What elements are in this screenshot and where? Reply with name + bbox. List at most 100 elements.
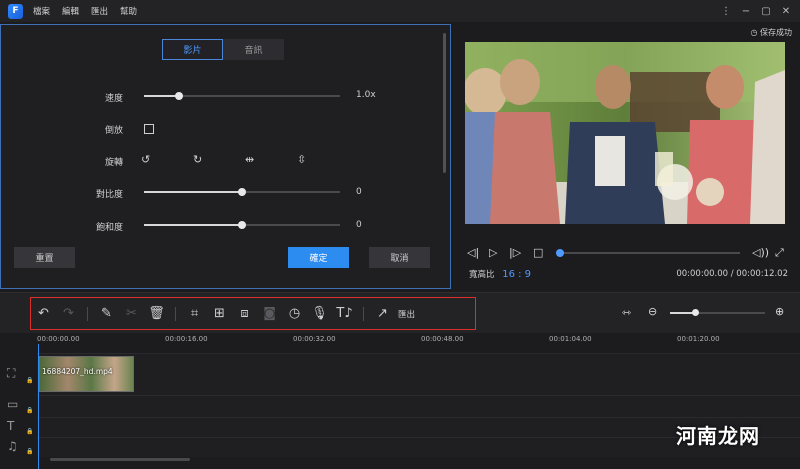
speed-slider-fill [144, 95, 180, 97]
edit-panel: 影片 音訊 速度 1.0x 倒放 旋轉 ↺ ↻ ⇹ ⇳ 對比度 0 飽和度 0 … [0, 24, 451, 289]
aspect-ratio-label: 寬高比 [469, 270, 495, 280]
lock-icon[interactable]: 🔒 [26, 407, 33, 414]
cut-icon[interactable]: ✂ [119, 306, 144, 321]
reverse-label: 倒放 [104, 126, 123, 136]
edit-tabs: 影片 音訊 [162, 39, 284, 60]
saturation-slider-knob[interactable] [238, 221, 246, 229]
saturation-label: 飽和度 [95, 223, 123, 233]
tab-audio[interactable]: 音訊 [223, 39, 284, 60]
ruler-label: 00:00:32.00 [293, 335, 336, 343]
export-button[interactable]: 匯出 [398, 308, 415, 320]
playhead[interactable] [38, 344, 39, 469]
toolbar-highlight-box: ↶ ↷ ✎ ✂ 🗑 ⌗ ⊞ ⧈ ◙ ◷ 🎙 T♪ ↗ 匯出 [30, 297, 476, 330]
text-to-speech-icon[interactable]: T♪ [332, 306, 357, 321]
add-frame-icon[interactable]: ⊞ [207, 306, 232, 321]
close-icon[interactable]: ✕ [776, 6, 796, 17]
saturation-slider-fill [144, 224, 242, 226]
text-track-icon: T [7, 419, 15, 433]
track-headers: ⛶ 🔒 ▭ 🔒 T 🔒 ♫ 🔒 [0, 353, 37, 469]
aspect-ratio-value[interactable]: 16 : 9 [502, 269, 531, 280]
tab-video[interactable]: 影片 [162, 39, 223, 60]
timeline-scrollbar[interactable] [50, 458, 190, 461]
speed-value: 1.0x [356, 90, 376, 100]
video-track[interactable] [37, 353, 800, 395]
split-icon[interactable]: ⧈ [232, 306, 257, 321]
contrast-slider-fill [144, 191, 242, 193]
ruler-label: 00:01:20.00 [677, 335, 720, 343]
menu-help[interactable]: 幫助 [120, 5, 137, 17]
timecode: 00:00:00.00 / 00:00:12.02 [676, 269, 788, 279]
contrast-slider[interactable] [144, 188, 340, 196]
toolbar-divider [87, 306, 88, 321]
more-icon[interactable]: ⋮ [716, 6, 736, 17]
window-controls: ⋮ − ▢ ✕ [716, 0, 796, 22]
voiceover-icon[interactable]: 🎙 [307, 306, 332, 321]
zoom-out-icon[interactable]: ⊖ [648, 305, 657, 318]
save-status-icon: ◷ [750, 28, 758, 37]
play-icon[interactable]: ▷ [489, 246, 497, 259]
speed-slider[interactable] [144, 92, 340, 100]
lock-icon[interactable]: 🔒 [26, 448, 33, 455]
panel-scrollbar[interactable] [443, 33, 446, 173]
export-icon[interactable]: ↗ [370, 306, 395, 321]
ruler-label: 00:00:00.00 [37, 335, 80, 343]
volume-icon[interactable]: ◁)) [752, 246, 769, 259]
rotate-controls: ↺ ↻ ⇹ ⇳ [141, 153, 349, 166]
save-status-text: 保存成功 [760, 28, 792, 37]
save-status: ◷ 保存成功 [750, 27, 792, 38]
next-frame-icon[interactable]: |▷ [509, 246, 521, 259]
overlay-track[interactable] [37, 395, 800, 417]
aspect-ratio: 寬高比 16 : 9 [469, 268, 531, 280]
lock-icon[interactable]: 🔒 [26, 428, 33, 435]
overlay-track-icon: ▭ [7, 397, 19, 411]
zoom-in-icon[interactable]: ⊕ [775, 305, 784, 318]
reverse-checkbox[interactable] [144, 124, 154, 134]
zoom-slider-knob[interactable] [691, 309, 699, 316]
video-frame-image [465, 42, 785, 224]
title-bar: F 檔案 編輯 匯出 幫助 ⋮ − ▢ ✕ [0, 0, 800, 22]
delete-icon[interactable]: 🗑 [144, 306, 169, 321]
saturation-slider[interactable] [144, 221, 340, 229]
video-preview[interactable] [465, 42, 785, 224]
playback-progress-knob[interactable] [556, 249, 564, 257]
edit-icon[interactable]: ✎ [94, 306, 119, 321]
flip-vertical-icon[interactable]: ⇳ [297, 153, 349, 166]
menu-file[interactable]: 檔案 [33, 5, 50, 17]
reset-button[interactable]: 重置 [14, 247, 75, 268]
fit-timeline-icon[interactable]: ⇿ [622, 306, 631, 319]
snapshot-icon[interactable]: ◙ [257, 306, 282, 321]
timeline-ruler[interactable]: 00:00:00.00 00:00:16.00 00:00:32.00 00:0… [37, 333, 800, 353]
maximize-icon[interactable]: ▢ [756, 6, 776, 17]
video-track-icon: ⛶ [7, 366, 16, 380]
watermark-text: 河南龙网 [676, 424, 760, 448]
undo-icon[interactable]: ↶ [31, 306, 56, 321]
minimize-icon[interactable]: − [736, 6, 756, 17]
video-clip[interactable]: 16884207_hd.mp4 [39, 356, 134, 392]
duration-icon[interactable]: ◷ [282, 306, 307, 321]
timeline-zoom: ⇿ ⊖ ⊕ [620, 304, 795, 322]
speed-slider-knob[interactable] [175, 92, 184, 100]
menu-export[interactable]: 匯出 [91, 5, 108, 17]
redo-icon[interactable]: ↷ [56, 306, 81, 321]
stop-icon[interactable]: □ [533, 246, 543, 259]
lock-icon[interactable]: 🔒 [26, 377, 33, 384]
prev-frame-icon[interactable]: ◁| [467, 246, 479, 259]
ruler-label: 00:00:48.00 [421, 335, 464, 343]
cancel-button[interactable]: 取消 [369, 247, 430, 268]
toolbar-divider [175, 306, 176, 321]
ok-button[interactable]: 確定 [288, 247, 349, 268]
menu-bar: 檔案 編輯 匯出 幫助 [33, 5, 149, 17]
playback-progress[interactable] [556, 249, 740, 257]
crop-icon[interactable]: ⌗ [182, 306, 207, 321]
flip-horizontal-icon[interactable]: ⇹ [245, 153, 297, 166]
menu-edit[interactable]: 編輯 [62, 5, 79, 17]
rotate-right-icon[interactable]: ↻ [193, 153, 245, 166]
rotate-left-icon[interactable]: ↺ [141, 153, 193, 166]
zoom-slider[interactable] [670, 309, 765, 316]
contrast-slider-knob[interactable] [238, 188, 246, 196]
fullscreen-icon[interactable]: ⤢ [775, 246, 784, 260]
speed-label: 速度 [104, 94, 123, 104]
toolbar-divider [363, 306, 364, 321]
rotate-label: 旋轉 [104, 158, 123, 168]
music-track-icon: ♫ [7, 439, 18, 453]
